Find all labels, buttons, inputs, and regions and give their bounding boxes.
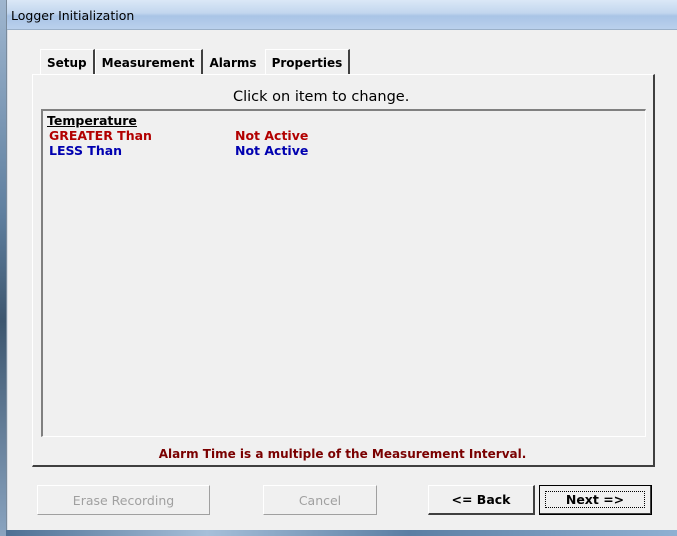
tab-setup[interactable]: Setup [40,49,95,75]
alarm-list[interactable]: Temperature GREATER Than Not Active LESS… [41,109,646,437]
alarms-panel: Click on item to change. Temperature GRE… [32,74,655,467]
tab-setup-label: Setup [47,55,87,70]
taskbar-edge [6,530,677,536]
window-title: Logger Initialization [11,8,135,23]
tab-alarms[interactable]: Alarms [202,49,265,75]
cancel-button[interactable]: Cancel [263,485,377,515]
tab-strip: Setup Measurement Alarms Properties [40,47,351,75]
tab-measurement[interactable]: Measurement [94,49,203,75]
temperature-header: Temperature [47,113,137,128]
tab-alarms-label: Alarms [209,55,257,70]
title-bar[interactable]: Logger Initialization [7,0,677,30]
next-button[interactable]: Next => [539,485,652,515]
alarm-time-note: Alarm Time is a multiple of the Measurem… [158,447,527,461]
alarm-less-than-status: Not Active [235,143,309,158]
erase-recording-button[interactable]: Erase Recording [37,485,210,515]
instruction-text: Click on item to change. [233,89,410,105]
alarm-less-than-label: LESS Than [49,143,123,158]
alarm-greater-than-label: GREATER Than [49,128,152,143]
back-button[interactable]: <= Back [428,485,535,515]
focus-rectangle [545,491,645,508]
tab-measurement-label: Measurement [101,55,195,70]
tab-properties[interactable]: Properties [264,49,351,75]
tab-properties-label: Properties [271,55,343,70]
alarm-greater-than-status: Not Active [235,128,309,143]
